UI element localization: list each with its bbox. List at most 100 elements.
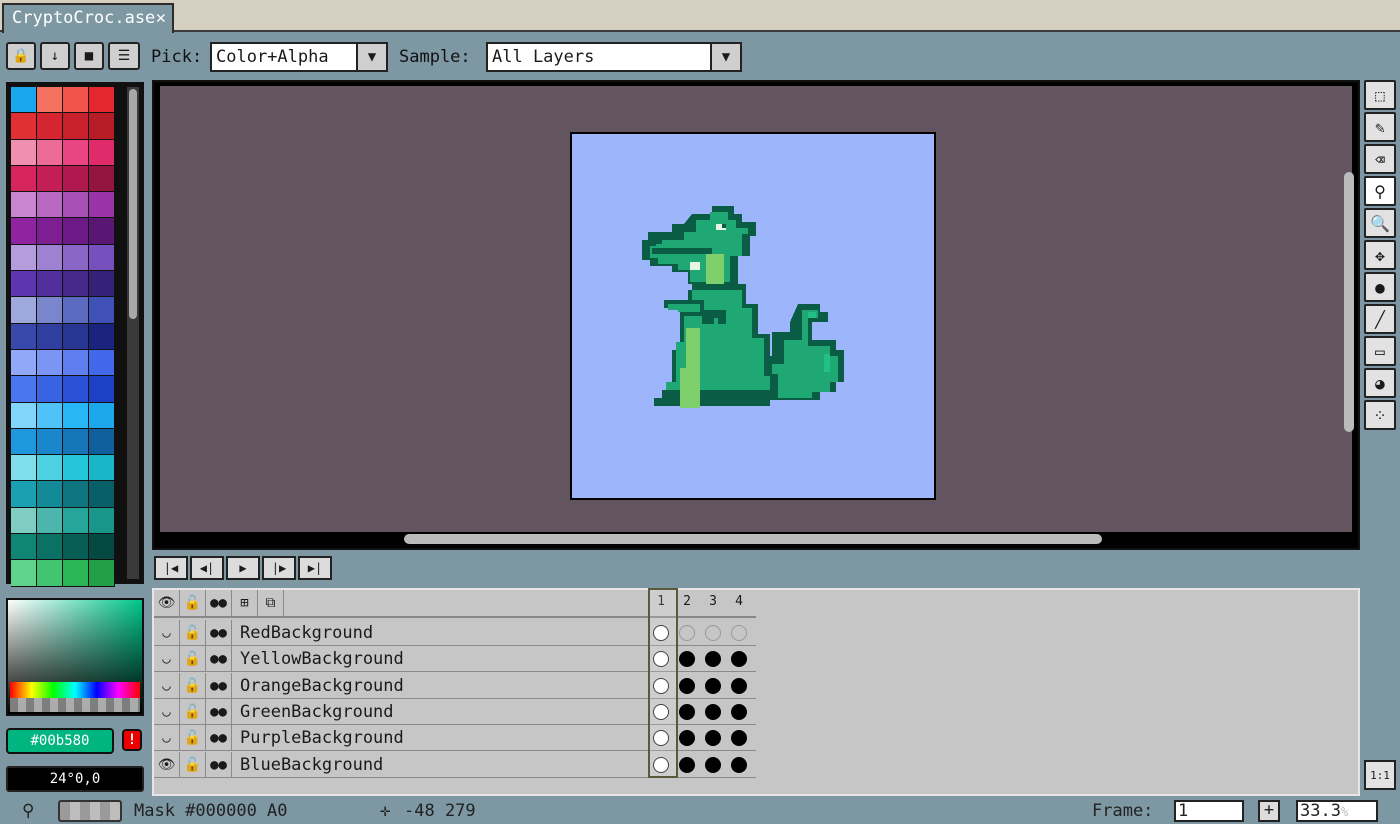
palette-swatch[interactable]	[63, 455, 89, 482]
palette-swatch[interactable]	[37, 507, 63, 535]
next-frame-icon[interactable]: |▶	[262, 556, 296, 580]
onion-skin-icon[interactable]: ●●	[206, 698, 232, 725]
palette-swatch[interactable]	[89, 455, 115, 482]
palette-swatch[interactable]	[37, 113, 63, 140]
warning-icon[interactable]: !	[122, 729, 142, 751]
palette-swatch[interactable]	[63, 402, 89, 429]
palette-swatch[interactable]	[11, 87, 37, 114]
vertical-scrollbar[interactable]	[1344, 172, 1354, 432]
move-icon[interactable]: ✥	[1364, 240, 1396, 270]
palette-swatch[interactable]	[89, 165, 115, 193]
lock-icon[interactable]: 🔓	[180, 725, 206, 752]
palette-swatch[interactable]	[63, 244, 89, 272]
palette-swatch[interactable]	[37, 402, 63, 429]
palette-swatch[interactable]	[63, 349, 89, 377]
palette-grid[interactable]	[11, 87, 115, 587]
cel[interactable]	[726, 646, 752, 672]
cel[interactable]	[726, 699, 752, 725]
link-icon[interactable]: ⊞	[232, 590, 258, 616]
palette-swatch[interactable]	[63, 192, 89, 219]
palette-swatch[interactable]	[89, 560, 115, 587]
palette-swatch[interactable]	[89, 218, 115, 245]
palette-swatch[interactable]	[37, 323, 63, 350]
palette-swatch[interactable]	[37, 376, 63, 403]
palette-swatch[interactable]	[11, 192, 37, 219]
palette-swatch[interactable]	[11, 455, 37, 482]
palette-swatch[interactable]	[37, 192, 63, 219]
visibility-toggle[interactable]: ◡	[154, 672, 180, 699]
square-icon[interactable]: ■	[74, 42, 104, 70]
zoom-input[interactable]: 33.3%	[1296, 800, 1378, 822]
palette-swatch[interactable]	[63, 218, 89, 245]
onion-skin-icon[interactable]: ●●	[206, 620, 232, 646]
palette-swatch[interactable]	[63, 323, 89, 350]
add-frame-button[interactable]: +	[1258, 800, 1280, 822]
palette-swatch[interactable]	[37, 481, 63, 508]
palette-swatch[interactable]	[63, 297, 89, 324]
palette-swatch[interactable]	[89, 534, 115, 561]
palette-swatch[interactable]	[89, 139, 115, 166]
palette-swatch[interactable]	[63, 165, 89, 193]
prev-frame-icon[interactable]: ◀|	[190, 556, 224, 580]
visibility-toggle[interactable]: ◡	[154, 698, 180, 725]
last-frame-icon[interactable]: ▶|	[298, 556, 332, 580]
palette-swatch[interactable]	[89, 323, 115, 350]
palette-swatch[interactable]	[11, 402, 37, 429]
pencil-icon[interactable]: ✎	[1364, 112, 1396, 142]
palette-swatch[interactable]	[89, 481, 115, 508]
lock-icon[interactable]: 🔓	[180, 590, 206, 616]
alpha-slider[interactable]	[10, 698, 140, 712]
layer-name[interactable]: OrangeBackground	[238, 673, 404, 699]
palette-swatch[interactable]	[63, 376, 89, 403]
palette-swatch[interactable]	[89, 349, 115, 377]
palette-swatch[interactable]	[89, 376, 115, 403]
zoom-icon[interactable]: 🔍	[1364, 208, 1396, 238]
cel[interactable]	[726, 725, 752, 751]
palette-swatch[interactable]	[37, 455, 63, 482]
palette-swatch[interactable]	[37, 428, 63, 456]
palette-swatch[interactable]	[63, 481, 89, 508]
layer-icon[interactable]: ⧉	[258, 590, 284, 616]
pick-select[interactable]: Color+Alpha ▼	[210, 42, 388, 72]
palette-swatch[interactable]	[11, 218, 37, 245]
palette-swatch[interactable]	[89, 428, 115, 456]
lock-icon[interactable]: 🔓	[180, 751, 206, 778]
visibility-toggle[interactable]: ◡	[154, 725, 180, 752]
layer-name[interactable]: BlueBackground	[238, 752, 383, 778]
onion-skin-icon[interactable]: ●●	[206, 725, 232, 752]
close-icon[interactable]: ✕	[156, 5, 166, 31]
visibility-toggle[interactable]: 👁	[154, 751, 180, 778]
fill-icon[interactable]: ●	[1364, 272, 1396, 302]
onion-skin-icon[interactable]: ●●	[206, 751, 232, 778]
palette-swatch[interactable]	[37, 271, 63, 298]
ellipse-icon[interactable]: ◕	[1364, 368, 1396, 398]
line-icon[interactable]: ╱	[1364, 304, 1396, 334]
palette-swatch[interactable]	[11, 534, 37, 561]
document-tab[interactable]: CryptoCroc.ase ✕	[2, 3, 174, 33]
sample-select[interactable]: All Layers ▼	[486, 42, 742, 72]
palette-swatch[interactable]	[89, 113, 115, 140]
lock-icon[interactable]: 🔓	[180, 672, 206, 699]
lock-icon[interactable]: 🔒	[6, 42, 36, 70]
palette-swatch[interactable]	[63, 87, 89, 114]
palette-swatch[interactable]	[37, 165, 63, 193]
frame-number[interactable]: 3	[700, 594, 726, 609]
color-picker[interactable]	[6, 598, 144, 716]
palette-swatch[interactable]	[11, 349, 37, 377]
eraser-icon[interactable]: ⌫	[1364, 144, 1396, 174]
palette-swatch[interactable]	[89, 271, 115, 298]
chevron-down-icon[interactable]: ▼	[710, 42, 742, 72]
cel[interactable]	[700, 673, 726, 699]
palette-swatch[interactable]	[11, 481, 37, 508]
lock-icon[interactable]: 🔓	[180, 698, 206, 725]
palette-swatch[interactable]	[89, 297, 115, 324]
menu-icon[interactable]: ☰	[108, 42, 140, 70]
palette-swatch[interactable]	[37, 534, 63, 561]
palette-swatch[interactable]	[89, 87, 115, 114]
mask-color-swatch[interactable]	[58, 800, 122, 822]
lock-icon[interactable]: 🔓	[180, 620, 206, 646]
canvas-editor[interactable]	[152, 80, 1360, 550]
eye-icon[interactable]: 👁	[154, 590, 180, 616]
palette-swatch[interactable]	[11, 271, 37, 298]
onion-skin-icon[interactable]: ●●	[206, 590, 232, 616]
